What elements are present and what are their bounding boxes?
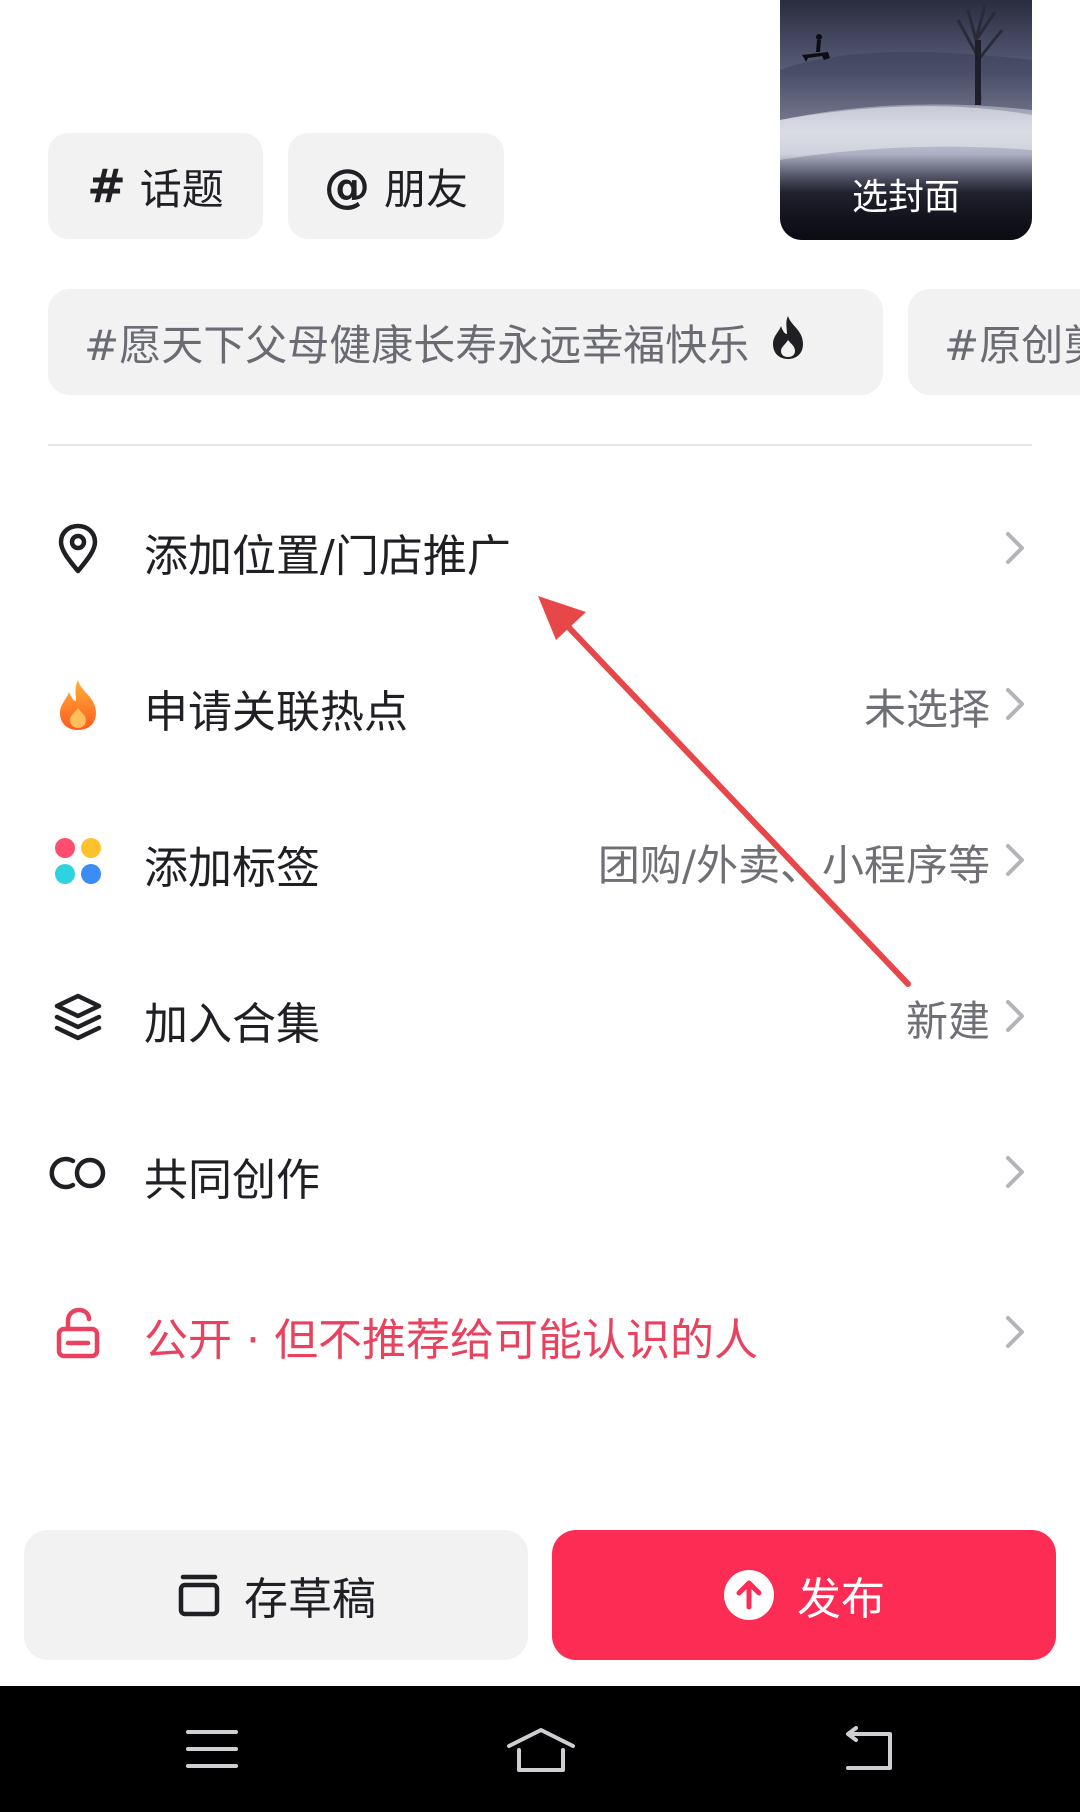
hashtag-text: #愿天下父母健康长寿永远幸福快乐 <box>84 320 750 370</box>
publish-label: 发布 <box>797 1574 885 1625</box>
setting-label: 加入合集 <box>144 999 320 1050</box>
location-pin-icon <box>52 523 104 575</box>
hashtag-suggestion[interactable]: #愿天下父母健康长寿永远幸福快乐 <box>48 289 883 395</box>
mention-friend-chip[interactable]: @ 朋友 <box>288 133 504 239</box>
hashtag-text: #原创剪 <box>944 320 1080 370</box>
hashtag-suggestion[interactable]: #原创剪 <box>908 289 1080 395</box>
setting-value: 新建 <box>905 997 990 1046</box>
save-draft-label: 存草稿 <box>244 1574 376 1625</box>
back-icon[interactable] <box>838 1726 898 1774</box>
setting-row-co-create[interactable]: 共同创作 <box>0 1122 1080 1222</box>
system-nav-bar <box>0 1686 1080 1812</box>
setting-row-tags[interactable]: 添加标签 团购/外卖、小程序等 <box>0 810 1080 910</box>
hash-icon: # <box>87 159 126 213</box>
setting-value: 未选择 <box>863 685 990 734</box>
friend-chip-label: 朋友 <box>383 164 468 214</box>
hot-flame-icon <box>769 314 807 370</box>
chevron-right-icon <box>1006 1316 1024 1348</box>
unlock-icon <box>52 1307 104 1359</box>
setting-value: 团购/外卖、小程序等 <box>597 841 990 890</box>
color-dots-icon <box>52 835 104 887</box>
setting-row-collection[interactable]: 加入合集 新建 <box>0 966 1080 1066</box>
setting-label: 公开 · 但不推荐给可能认识的人 <box>144 1315 758 1366</box>
chevron-right-icon <box>1006 1156 1024 1188</box>
setting-row-location[interactable]: 添加位置/门店推广 <box>0 498 1080 598</box>
draft-box-icon <box>176 1572 222 1618</box>
at-icon: @ <box>323 159 370 213</box>
flame-icon <box>52 679 104 731</box>
upload-arrow-icon <box>723 1569 775 1621</box>
chevron-right-icon <box>1006 844 1024 876</box>
chevron-right-icon <box>1006 532 1024 564</box>
setting-label: 添加标签 <box>144 843 320 894</box>
cover-thumbnail[interactable]: 选封面 <box>780 0 1032 240</box>
setting-label: 申请关联热点 <box>144 687 408 738</box>
setting-row-hot-topic[interactable]: 申请关联热点 未选择 <box>0 654 1080 754</box>
setting-label: 共同创作 <box>144 1155 320 1206</box>
co-create-icon <box>46 1147 110 1199</box>
save-draft-button[interactable]: 存草稿 <box>24 1530 528 1660</box>
setting-label: 添加位置/门店推广 <box>144 531 511 582</box>
divider <box>48 444 1032 446</box>
menu-icon[interactable] <box>184 1726 240 1772</box>
topic-chip-label: 话题 <box>139 164 224 214</box>
topic-chip[interactable]: # 话题 <box>48 133 263 239</box>
chevron-right-icon <box>1006 1000 1024 1032</box>
setting-row-privacy[interactable]: 公开 · 但不推荐给可能认识的人 <box>0 1282 1080 1382</box>
select-cover-label: 选封面 <box>780 154 1032 240</box>
chevron-right-icon <box>1006 688 1024 720</box>
layers-icon <box>52 991 104 1043</box>
home-icon[interactable] <box>505 1726 577 1776</box>
publish-button[interactable]: 发布 <box>552 1530 1056 1660</box>
